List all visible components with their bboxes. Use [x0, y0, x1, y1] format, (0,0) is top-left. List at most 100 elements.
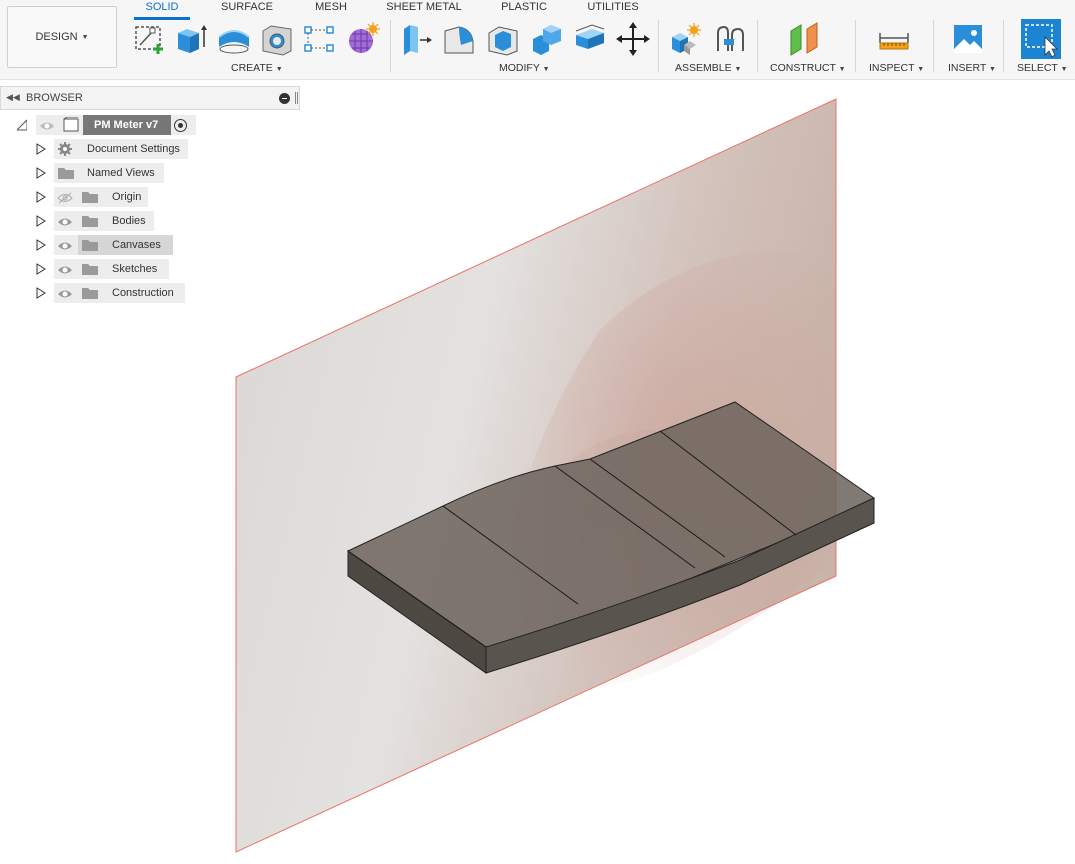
fillet-icon[interactable]: [441, 21, 477, 57]
caret-down-icon: ▼: [917, 66, 925, 73]
assemble-menu[interactable]: ASSEMBLE ▼: [675, 62, 741, 74]
group-separator: [855, 20, 856, 72]
create-sketch-icon[interactable]: [131, 21, 167, 57]
create-form-icon[interactable]: [345, 21, 381, 57]
visibility-eye-icon[interactable]: [57, 215, 73, 227]
tree-item-document-settings: Document Settings: [0, 139, 200, 159]
expand-collapse-icon[interactable]: [17, 119, 27, 131]
insert-menu-label: INSERT: [948, 62, 987, 74]
hole-icon[interactable]: [259, 21, 295, 57]
gear-icon: [57, 141, 73, 157]
caret-down-icon: ▼: [989, 66, 996, 73]
create-menu-label: CREATE: [231, 62, 273, 74]
tree-item-origin: Origin: [0, 187, 200, 207]
toolbar: DESIGN ▼ SOLID SURFACE MESH SHEET METAL …: [0, 0, 1075, 80]
shell-icon[interactable]: [485, 21, 521, 57]
visibility-eye-icon[interactable]: [57, 287, 73, 299]
active-tab-indicator: [134, 17, 190, 20]
tree-item-label: Construction: [112, 287, 174, 299]
tab-utilities[interactable]: UTILITIES: [584, 0, 642, 18]
folder-icon: [81, 238, 99, 252]
tree-item-label: Bodies: [112, 215, 146, 227]
folder-icon: [81, 190, 99, 204]
expand-arrow-icon[interactable]: [36, 191, 46, 203]
tree-item-label: Sketches: [112, 263, 158, 275]
insert-image-icon[interactable]: [950, 21, 986, 57]
caret-down-icon: ▼: [838, 66, 846, 73]
caret-down-icon: ▼: [1060, 66, 1068, 73]
browser-root-row: PM Meter v7: [0, 115, 200, 135]
joint-icon[interactable]: [712, 21, 748, 57]
combine-icon[interactable]: [529, 21, 565, 57]
tab-mesh[interactable]: MESH: [310, 0, 352, 18]
visibility-eye-icon[interactable]: [57, 239, 73, 251]
tree-item-named-views: Named Views: [0, 163, 200, 183]
browser-title: BROWSER: [26, 92, 83, 104]
press-pull-icon[interactable]: [398, 21, 434, 57]
construct-menu[interactable]: CONSTRUCT ▼: [770, 62, 846, 74]
browser-header: ◀◀ BROWSER: [0, 86, 300, 110]
tree-item-bodies: Bodies: [0, 211, 200, 231]
expand-arrow-icon[interactable]: [36, 143, 46, 155]
create-menu[interactable]: CREATE ▼: [231, 62, 283, 74]
inspect-menu[interactable]: INSPECT ▼: [869, 62, 924, 74]
modify-menu[interactable]: MODIFY ▼: [499, 62, 550, 74]
root-component-label[interactable]: PM Meter v7: [94, 119, 158, 131]
extrude-icon[interactable]: [173, 21, 209, 57]
group-separator: [933, 20, 934, 72]
folder-icon: [57, 166, 75, 180]
fusion-window: DESIGN ▼ SOLID SURFACE MESH SHEET METAL …: [0, 0, 1075, 864]
group-separator: [757, 20, 758, 72]
assemble-menu-label: ASSEMBLE: [675, 62, 732, 74]
folder-icon: [81, 286, 99, 300]
visibility-eye-icon[interactable]: [39, 119, 55, 131]
select-menu-label: SELECT: [1017, 62, 1058, 74]
visibility-eye-icon[interactable]: [57, 263, 73, 275]
new-component-icon[interactable]: [668, 21, 704, 57]
tree-item-canvases: Canvases: [0, 235, 200, 255]
tab-solid[interactable]: SOLID: [134, 0, 190, 18]
select-window-icon[interactable]: [1021, 19, 1061, 59]
select-menu[interactable]: SELECT ▼: [1017, 62, 1068, 74]
measure-icon[interactable]: [876, 21, 912, 57]
folder-icon: [81, 214, 99, 228]
pattern-icon[interactable]: [301, 21, 337, 57]
inspect-menu-label: INSPECT: [869, 62, 915, 74]
revolve-icon[interactable]: [216, 21, 252, 57]
expand-arrow-icon[interactable]: [36, 263, 46, 275]
offset-plane-icon[interactable]: [787, 21, 823, 57]
hidden-eye-icon[interactable]: [57, 191, 73, 204]
group-separator: [390, 20, 391, 72]
modify-menu-label: MODIFY: [499, 62, 540, 74]
browser-resize-handle[interactable]: [295, 92, 298, 104]
tree-item-construction: Construction: [0, 283, 200, 303]
folder-icon: [81, 262, 99, 276]
tab-surface[interactable]: SURFACE: [218, 0, 276, 18]
expand-arrow-icon[interactable]: [36, 167, 46, 179]
group-separator: [1003, 20, 1004, 72]
minimize-browser-button[interactable]: [279, 93, 290, 104]
workspace-label: DESIGN: [35, 31, 78, 43]
tree-item-label: Document Settings: [87, 143, 180, 155]
expand-arrow-icon[interactable]: [36, 287, 46, 299]
tree-item-label: Origin: [112, 191, 142, 203]
tab-sheet-metal[interactable]: SHEET METAL: [385, 0, 463, 18]
expand-arrow-icon[interactable]: [36, 215, 46, 227]
offset-face-icon[interactable]: [572, 21, 608, 57]
caret-down-icon: ▼: [734, 66, 742, 73]
construct-menu-label: CONSTRUCT: [770, 62, 836, 74]
activate-component-icon[interactable]: [174, 119, 187, 132]
tab-plastic[interactable]: PLASTIC: [498, 0, 550, 18]
caret-down-icon: ▼: [542, 66, 550, 73]
group-separator: [658, 20, 659, 72]
tree-item-label: Named Views: [87, 167, 155, 179]
workspace-switcher-button[interactable]: DESIGN ▼: [7, 6, 117, 68]
insert-menu[interactable]: INSERT ▼: [948, 62, 996, 74]
move-icon[interactable]: [615, 21, 651, 57]
expand-arrow-icon[interactable]: [36, 239, 46, 251]
tree-item-sketches: Sketches: [0, 259, 200, 279]
collapse-browser-icon[interactable]: ◀◀: [6, 92, 20, 103]
component-icon: [61, 116, 81, 133]
tree-item-label: Canvases: [112, 239, 161, 251]
caret-down-icon: ▼: [275, 66, 283, 73]
